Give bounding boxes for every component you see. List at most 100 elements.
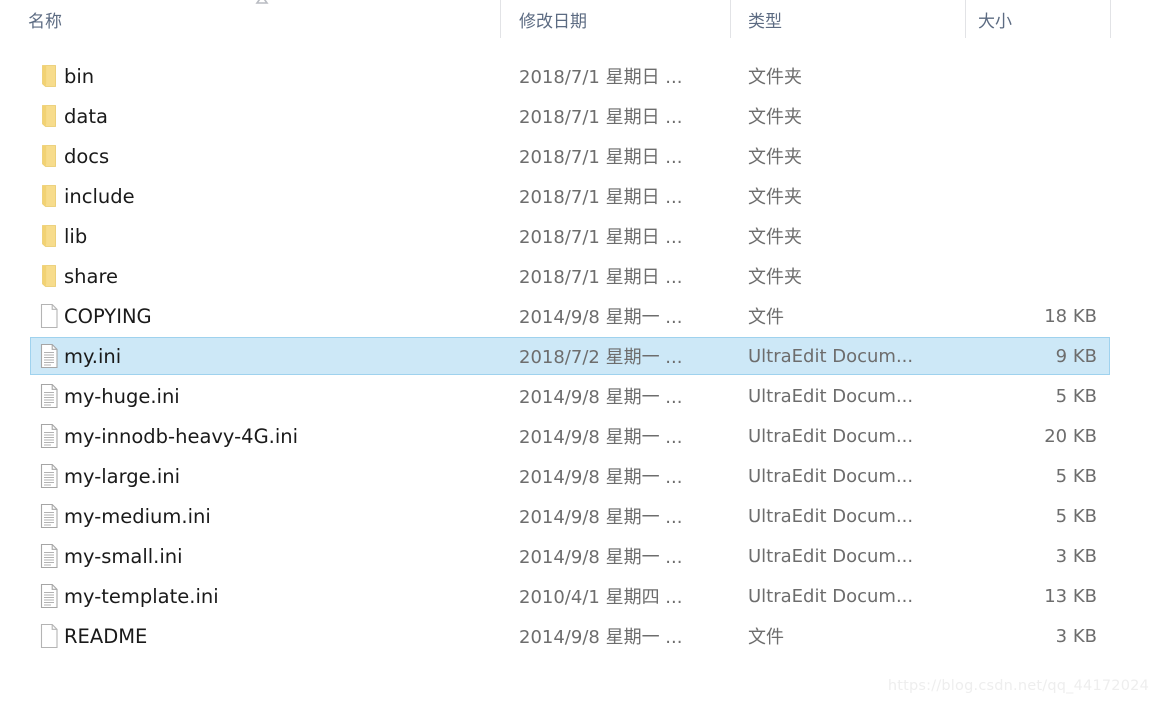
file-size-label: 3 KB [1055, 545, 1097, 567]
text-document-icon [38, 463, 60, 489]
file-name-cell[interactable]: my-innodb-heavy-4G.ini [38, 416, 493, 456]
file-name-cell[interactable]: docs [38, 136, 493, 176]
file-name-label: docs [64, 144, 110, 168]
file-type-label: UltraEdit Docum... [748, 465, 914, 487]
file-name-label: my-large.ini [64, 464, 181, 488]
file-name-cell[interactable]: README [38, 616, 493, 656]
folder-icon [38, 183, 60, 209]
file-size-cell [965, 256, 1097, 296]
blank-document-icon [38, 303, 60, 329]
file-name-cell[interactable]: my.ini [38, 336, 493, 376]
file-name-cell[interactable]: my-small.ini [38, 536, 493, 576]
file-row[interactable]: lib 2018/7/1 星期日 ... 文件夹 [0, 216, 1157, 256]
file-type-cell: UltraEdit Docum... [748, 536, 958, 576]
file-size-label: 5 KB [1055, 465, 1097, 487]
file-name-cell[interactable]: my-huge.ini [38, 376, 493, 416]
file-type-cell: 文件夹 [748, 96, 958, 136]
file-date-cell: 2018/7/1 星期日 ... [519, 256, 724, 296]
file-list: bin 2018/7/1 星期日 ... 文件夹 data 2018/7/1 星期日 .… [0, 56, 1157, 656]
folder-icon [38, 263, 60, 289]
file-type-cell: 文件夹 [748, 136, 958, 176]
file-row[interactable]: my-innodb-heavy-4G.ini 2014/9/8 星期一 ... Ul… [0, 416, 1157, 456]
file-row[interactable]: COPYING 2014/9/8 星期一 ... 文件 18 KB [0, 296, 1157, 336]
file-name-cell[interactable]: share [38, 256, 493, 296]
file-row[interactable]: share 2018/7/1 星期日 ... 文件夹 [0, 256, 1157, 296]
file-type-label: 文件 [748, 307, 784, 328]
file-size-cell: 18 KB [965, 296, 1097, 336]
file-date-cell: 2014/9/8 星期一 ... [519, 616, 724, 656]
folder-icon [38, 103, 60, 129]
column-header-date-modified[interactable]: 修改日期 [519, 0, 587, 38]
file-size-cell [965, 56, 1097, 96]
file-name-cell[interactable]: include [38, 176, 493, 216]
file-date-cell: 2014/9/8 星期一 ... [519, 456, 724, 496]
file-name-label: my-huge.ini [64, 384, 180, 408]
file-name-cell[interactable]: my-medium.ini [38, 496, 493, 536]
file-size-cell [965, 176, 1097, 216]
file-row[interactable]: my-huge.ini 2014/9/8 星期一 ... UltraEdit Doc… [0, 376, 1157, 416]
text-document-icon [38, 543, 60, 569]
file-name-cell[interactable]: lib [38, 216, 493, 256]
file-type-label: 文件 [748, 627, 784, 648]
file-row[interactable]: my-small.ini 2014/9/8 星期一 ... UltraEdit Do… [0, 536, 1157, 576]
column-header-type[interactable]: 类型 [748, 0, 782, 38]
file-date-label: 2018/7/1 星期日 ... [519, 107, 683, 128]
file-size-label: 20 KB [1044, 425, 1097, 447]
file-date-label: 2010/4/1 星期四 ... [519, 587, 683, 608]
file-row[interactable]: bin 2018/7/1 星期日 ... 文件夹 [0, 56, 1157, 96]
file-type-label: 文件夹 [748, 107, 802, 128]
file-row[interactable]: my.ini 2018/7/2 星期一 ... UltraEdit Docum...… [0, 336, 1157, 376]
file-row[interactable]: my-template.ini 2010/4/1 星期四 ... UltraEdit… [0, 576, 1157, 616]
column-divider-type-size[interactable] [965, 0, 966, 38]
file-name-label: lib [64, 224, 88, 248]
file-name-cell[interactable]: my-template.ini [38, 576, 493, 616]
column-header-bar: 名称 修改日期 类型 大小 [0, 0, 1157, 40]
file-name-cell[interactable]: my-large.ini [38, 456, 493, 496]
column-header-size[interactable]: 大小 [978, 0, 1012, 38]
file-name-label: COPYING [64, 304, 152, 328]
file-row[interactable]: my-medium.ini 2014/9/8 星期一 ... UltraEdit D… [0, 496, 1157, 536]
file-date-cell: 2018/7/1 星期日 ... [519, 56, 724, 96]
file-date-label: 2014/9/8 星期一 ... [519, 467, 683, 488]
file-name-label: my.ini [64, 344, 122, 368]
file-name-label: README [64, 624, 148, 648]
file-type-cell: 文件 [748, 296, 958, 336]
file-size-cell: 5 KB [965, 496, 1097, 536]
text-document-icon [38, 383, 60, 409]
file-date-label: 2018/7/1 星期日 ... [519, 67, 683, 88]
file-type-cell: 文件夹 [748, 176, 958, 216]
file-size-cell [965, 136, 1097, 176]
column-divider-name-date[interactable] [500, 0, 501, 38]
file-size-label: 18 KB [1044, 305, 1097, 327]
file-date-cell: 2014/9/8 星期一 ... [519, 496, 724, 536]
file-row[interactable]: README 2014/9/8 星期一 ... 文件 3 KB [0, 616, 1157, 656]
file-size-label: 5 KB [1055, 385, 1097, 407]
file-date-label: 2018/7/1 星期日 ... [519, 267, 683, 288]
file-type-label: UltraEdit Docum... [748, 585, 914, 607]
column-divider-date-type[interactable] [730, 0, 731, 38]
file-row[interactable]: docs 2018/7/1 星期日 ... 文件夹 [0, 136, 1157, 176]
file-row[interactable]: data 2018/7/1 星期日 ... 文件夹 [0, 96, 1157, 136]
file-name-label: share [64, 264, 119, 288]
file-name-cell[interactable]: bin [38, 56, 493, 96]
file-date-label: 2014/9/8 星期一 ... [519, 427, 683, 448]
file-name-label: my-template.ini [64, 584, 219, 608]
file-date-label: 2018/7/1 星期日 ... [519, 187, 683, 208]
file-date-cell: 2018/7/1 星期日 ... [519, 136, 724, 176]
file-row[interactable]: my-large.ini 2014/9/8 星期一 ... UltraEdit Do… [0, 456, 1157, 496]
file-date-label: 2014/9/8 星期一 ... [519, 547, 683, 568]
file-name-cell[interactable]: data [38, 96, 493, 136]
file-type-cell: UltraEdit Docum... [748, 456, 958, 496]
file-type-cell: UltraEdit Docum... [748, 376, 958, 416]
column-divider-size-end[interactable] [1110, 0, 1111, 38]
file-type-cell: 文件夹 [748, 56, 958, 96]
column-header-name[interactable]: 名称 [28, 0, 62, 38]
file-row[interactable]: include 2018/7/1 星期日 ... 文件夹 [0, 176, 1157, 216]
file-explorer-window: 名称 修改日期 类型 大小 bin 2018/7/1 星期日 ... 文件夹 data… [0, 0, 1157, 705]
file-size-label: 3 KB [1055, 625, 1097, 647]
text-document-icon [38, 343, 60, 369]
file-type-cell: 文件 [748, 616, 958, 656]
file-size-cell: 5 KB [965, 376, 1097, 416]
file-date-cell: 2010/4/1 星期四 ... [519, 576, 724, 616]
file-name-cell[interactable]: COPYING [38, 296, 493, 336]
